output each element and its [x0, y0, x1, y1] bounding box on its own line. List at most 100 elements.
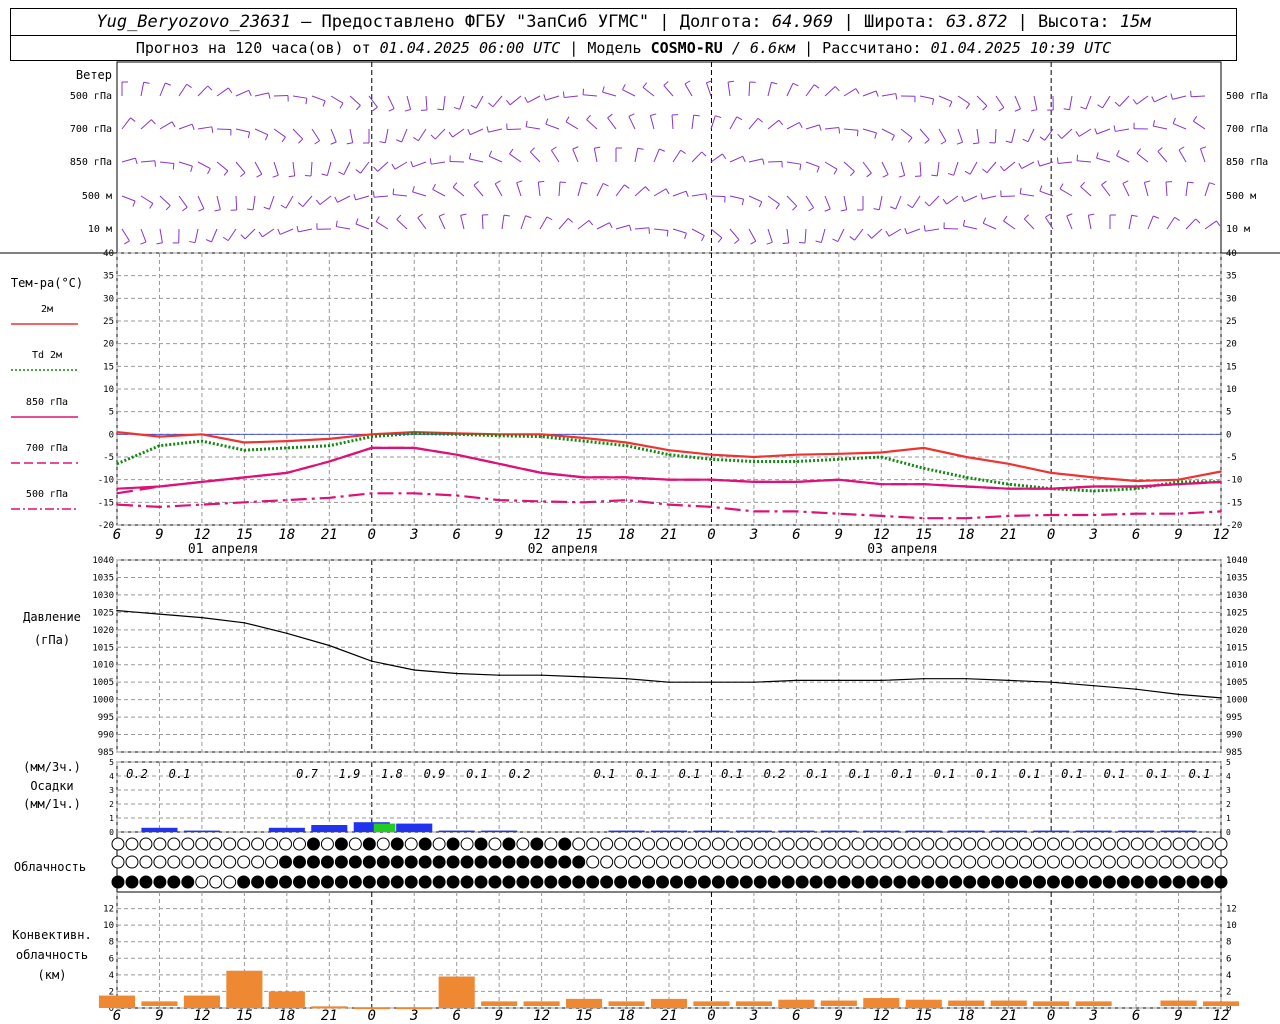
wind-barb-feather [727, 80, 735, 83]
conv-bar [863, 998, 900, 1008]
cloud-symbol [502, 875, 516, 889]
temp-tick-left: -15 [98, 498, 114, 508]
pressure-point [880, 679, 883, 682]
cloud-symbol [572, 855, 586, 869]
cloud-symbol [530, 837, 544, 851]
cloud-symbol [614, 875, 628, 889]
cloud-symbol [320, 875, 334, 889]
cloud-title: Облачность [14, 860, 86, 874]
wind-barb [1077, 160, 1092, 163]
wind-barb [986, 161, 997, 174]
wind-barb [1023, 218, 1035, 230]
cloud-symbol [893, 875, 907, 889]
cloud-symbol [293, 837, 307, 851]
cloud-symbol [753, 875, 767, 889]
cloud-symbol [1130, 875, 1144, 889]
wind-barb [936, 161, 940, 176]
wind-barb-feather [818, 124, 822, 131]
cloud-symbol [1088, 837, 1102, 851]
wind-barb [684, 83, 693, 97]
wind-barb-feather [645, 186, 650, 192]
cloud-symbol [642, 875, 656, 889]
wind-barb [586, 119, 598, 130]
wind-barb [1122, 183, 1130, 197]
wind-barb-feather [1094, 128, 1098, 135]
wind-barb-feather [792, 205, 798, 211]
pres-tick-left: 985 [98, 748, 114, 758]
time-tick-bottom: 21 [321, 1008, 338, 1024]
wind-barb [1153, 125, 1168, 130]
wind-barb-feather [766, 241, 773, 245]
wind-barb-feather [665, 188, 670, 195]
temp-point [286, 440, 288, 442]
wind-barb [824, 86, 836, 97]
cloud-symbol [390, 855, 404, 869]
wind-barb [881, 128, 895, 136]
wind-barb-feather [1005, 140, 1012, 144]
wind-barb [710, 228, 723, 239]
conv-bar [650, 998, 688, 1008]
cloud-symbol [977, 837, 991, 851]
wind-barb-feather [882, 174, 889, 178]
precip-total: 1.9 [339, 767, 361, 781]
temp-point [1135, 512, 1137, 515]
wind-barb [900, 128, 913, 139]
wind-barb-feather [581, 181, 588, 185]
wind-barb-feather [355, 218, 359, 225]
precip-bar [438, 830, 475, 832]
temp-point [625, 476, 628, 479]
cloud-symbol [642, 855, 656, 869]
wind-barb [432, 188, 446, 197]
wind-barb-feather [272, 174, 279, 178]
precip-total: 0.1 [636, 767, 658, 781]
wind-barb-feather [840, 209, 847, 212]
temp-tick-right: -10 [1226, 476, 1242, 486]
cloud-symbol [725, 837, 739, 851]
cloud-symbol [921, 837, 935, 851]
wind-barb-feather [189, 240, 196, 244]
wind-barb-feather [663, 81, 669, 86]
precip-total: 0.1 [721, 767, 743, 781]
cloud-symbol [697, 875, 711, 889]
wind-barb [805, 84, 815, 97]
wind-barb [1066, 215, 1073, 230]
time-tick: 12 [873, 527, 890, 543]
wind-barb-feather [288, 175, 295, 178]
wind-barb [653, 148, 660, 163]
wind-barb-feather [1136, 148, 1142, 154]
time-tick: 15 [576, 527, 593, 543]
cloud-symbol [669, 837, 683, 851]
temp-tick-left: 40 [103, 249, 114, 259]
wind-barb-feather [432, 183, 436, 190]
pressure-point [328, 644, 331, 647]
cloud-symbol [809, 855, 823, 869]
temp-point [158, 485, 161, 488]
wind-level-left: 10 м [88, 224, 112, 235]
wind-barb [1069, 95, 1073, 110]
conv-tick-right: 12 [1226, 905, 1237, 915]
wind-barb [649, 115, 655, 130]
wind-barb-feather [602, 86, 605, 93]
wind-barb [355, 223, 370, 230]
wind-barb [938, 128, 947, 142]
wind-level-left: 700 гПа [70, 124, 112, 135]
cloud-symbol [1158, 855, 1172, 869]
temp-point [370, 435, 373, 438]
wind-barb-feather [680, 149, 686, 154]
cloud-symbol [167, 837, 181, 851]
wind-barb-feather [338, 171, 345, 176]
wind-barb [396, 219, 408, 230]
wind-barb [1087, 215, 1092, 230]
wind-barb-feather [856, 130, 859, 137]
pres-tick-left: 1035 [92, 573, 114, 583]
temp-point [710, 458, 713, 461]
wind-barb-feather [1157, 147, 1163, 152]
wind-barb [273, 161, 279, 176]
wind-barb-feather [849, 236, 855, 241]
precip-total: 0.1 [806, 767, 828, 781]
pres-tick-left: 1005 [92, 678, 114, 688]
wind-barb [330, 95, 344, 104]
temp-point [922, 517, 925, 519]
time-tick: 18 [618, 527, 635, 543]
time-tick-bottom: 18 [618, 1008, 635, 1024]
